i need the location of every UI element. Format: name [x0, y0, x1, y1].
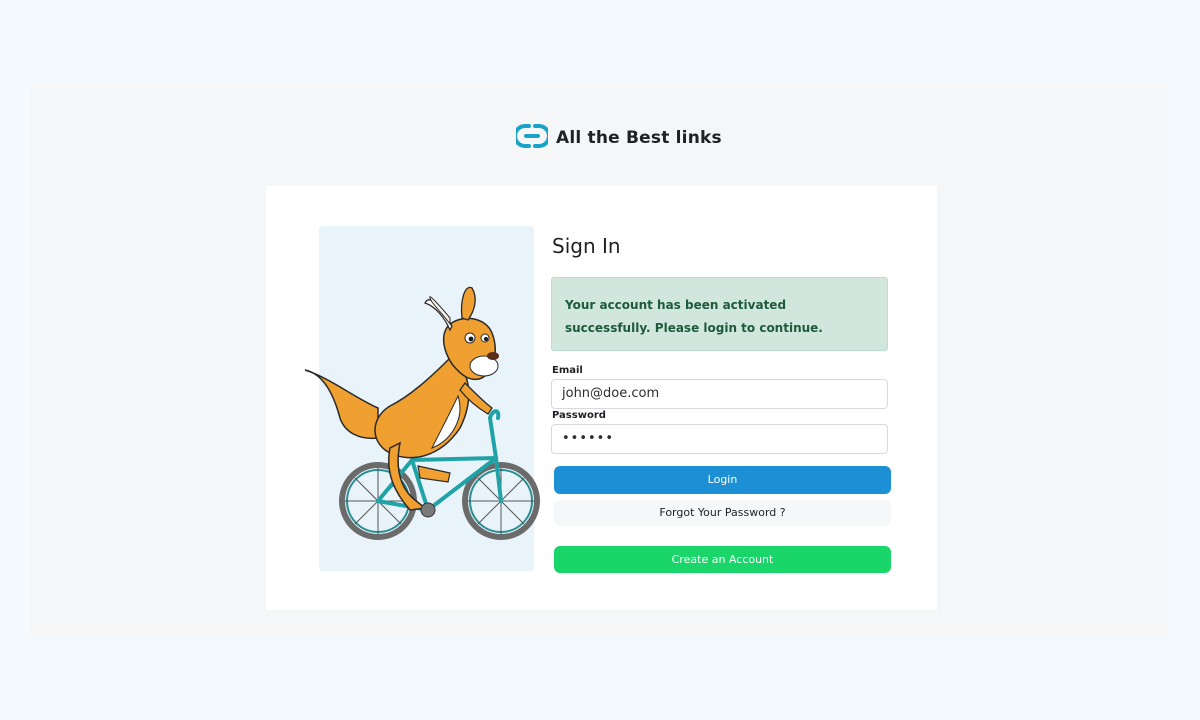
login-button[interactable]: Login [554, 466, 891, 494]
create-account-button[interactable]: Create an Account [554, 546, 891, 573]
password-field[interactable]: •••••• [551, 424, 888, 454]
kangaroo-bicycle-illustration [304, 286, 540, 540]
chain-link-icon [513, 123, 551, 153]
email-field[interactable]: john@doe.com [551, 379, 888, 409]
brand-name: All the Best links [556, 128, 722, 148]
password-label: Password [552, 410, 606, 421]
brand-header[interactable]: All the Best links [513, 123, 722, 153]
forgot-password-button[interactable]: Forgot Your Password ? [554, 500, 891, 526]
email-label: Email [552, 365, 583, 376]
success-alert: Your account has been activated successf… [551, 277, 888, 351]
page-title: Sign In [552, 234, 621, 258]
